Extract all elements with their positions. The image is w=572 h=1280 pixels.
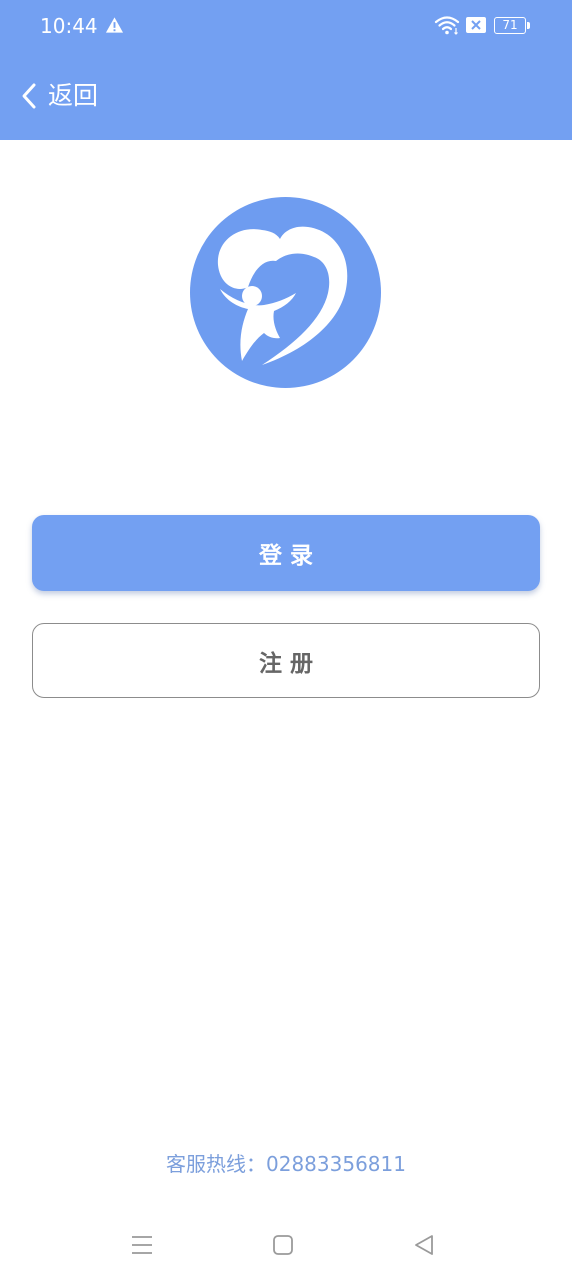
heart-child-logo-icon — [190, 197, 381, 388]
home-square-icon[interactable] — [271, 1233, 295, 1257]
app-header: 10:44 71 返回 — [0, 0, 572, 140]
register-label: 注册 — [259, 650, 321, 677]
warning-icon — [105, 17, 124, 33]
customer-service-hotline[interactable]: 客服热线：02883356811 — [0, 1150, 572, 1178]
system-nav-bar — [0, 1210, 572, 1280]
status-time: 10:44 — [40, 14, 98, 38]
battery-level: 71 — [502, 18, 518, 32]
status-bar: 10:44 71 — [0, 0, 572, 52]
battery-icon: 71 — [494, 17, 530, 34]
chevron-left-icon — [22, 83, 36, 109]
no-sim-icon — [466, 17, 486, 33]
back-button[interactable]: 返回 — [18, 76, 98, 116]
login-button[interactable]: 登录 — [32, 515, 540, 591]
back-label: 返回 — [48, 81, 99, 110]
back-triangle-icon[interactable] — [412, 1233, 436, 1257]
login-label: 登录 — [259, 543, 321, 569]
register-button[interactable]: 注册 — [32, 623, 540, 698]
menu-icon[interactable] — [130, 1233, 154, 1257]
wifi-icon — [434, 16, 460, 35]
